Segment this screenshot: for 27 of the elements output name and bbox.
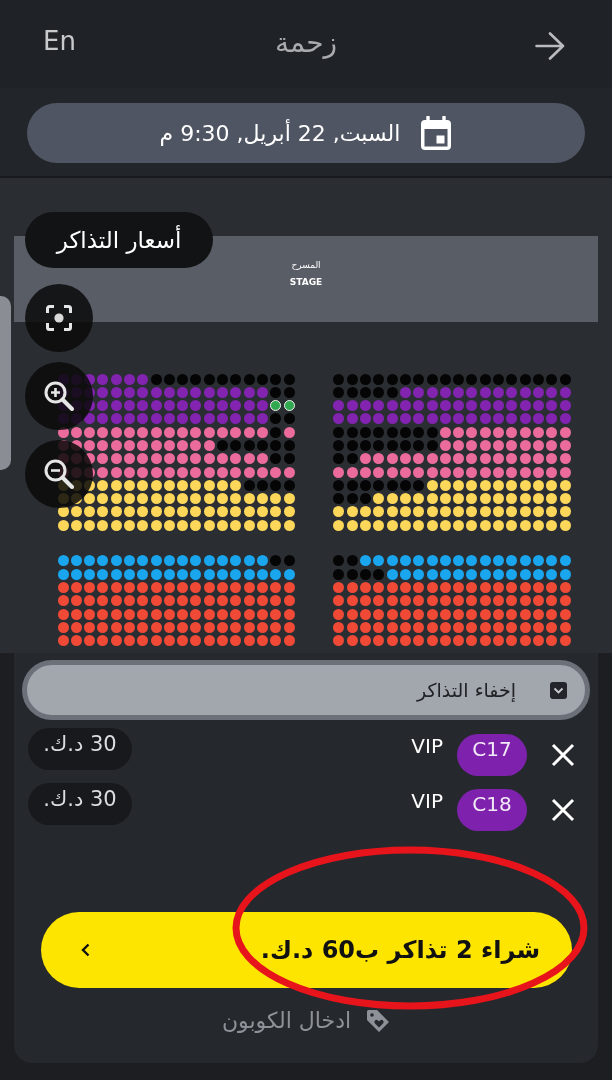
arrow-right-icon[interactable] bbox=[535, 32, 565, 60]
chevron-left-icon bbox=[81, 943, 90, 957]
page-title: زحمة bbox=[275, 25, 337, 59]
ticket-tier-label: VIP bbox=[411, 788, 443, 813]
chevron-down-icon bbox=[550, 681, 567, 699]
zoom-out-icon bbox=[44, 459, 74, 489]
zoom-out-button[interactable] bbox=[25, 440, 93, 508]
focus-icon bbox=[46, 305, 72, 331]
ticket-prices-button[interactable]: أسعار التذاكر bbox=[25, 212, 213, 268]
language-button[interactable]: En bbox=[43, 26, 76, 56]
hide-tickets-toggle[interactable]: إخفاء التذاكر bbox=[22, 660, 590, 720]
enter-coupon-button[interactable]: ادخال الكوبون bbox=[221, 1008, 391, 1033]
side-drawer-handle[interactable] bbox=[0, 296, 11, 470]
stage-label: المسرح bbox=[291, 261, 321, 270]
close-icon[interactable] bbox=[551, 742, 575, 767]
ticket-tier-label: VIP bbox=[411, 733, 443, 758]
ticket-price: 30 د.ك. bbox=[28, 727, 132, 770]
tag-icon bbox=[366, 1008, 391, 1033]
seat-badge: C18 bbox=[457, 788, 527, 831]
seat-badge: C17 bbox=[457, 733, 527, 776]
date-selector[interactable]: السبت, 22 أبريل, 9:30 م bbox=[27, 103, 585, 163]
ticket-price: 30 د.ك. bbox=[28, 782, 132, 825]
stage-label: STAGE bbox=[289, 278, 323, 287]
zoom-in-icon bbox=[44, 381, 74, 411]
buy-tickets-button[interactable]: شراء 2 تذاكر ب60 د.ك. bbox=[41, 912, 572, 988]
close-icon[interactable] bbox=[551, 797, 575, 822]
calendar-icon bbox=[420, 115, 453, 151]
